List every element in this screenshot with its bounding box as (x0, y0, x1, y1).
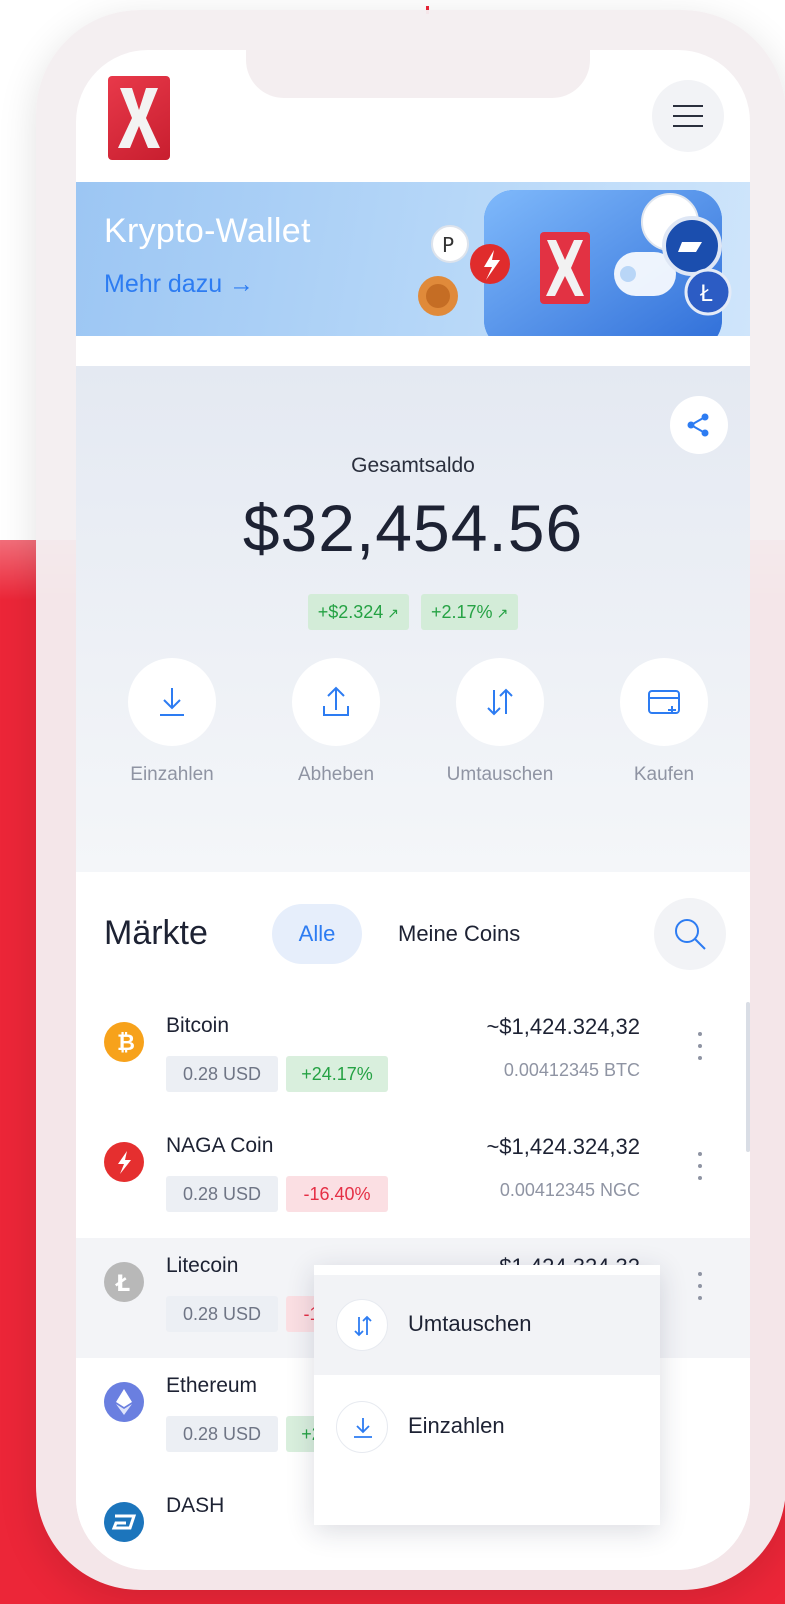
menu-item-umtauschen[interactable]: Umtauschen (314, 1275, 660, 1375)
download-icon[interactable] (128, 658, 216, 746)
ethereum-icon (104, 1382, 144, 1422)
balance-value: $32,454.56 (242, 491, 584, 565)
coin-row-bitcoin[interactable]: ₿ Bitcoin 0.28 USD +24.17% ~$1,424.324,3… (76, 998, 750, 1118)
action-kaufen[interactable]: Kaufen (594, 658, 734, 786)
swap-icon (336, 1299, 388, 1351)
coin-price: 0.28 USD (166, 1176, 278, 1212)
logo-x-icon (118, 88, 160, 148)
bitcoin-icon: ₿ (104, 1022, 144, 1062)
coin-row-naga[interactable]: NAGA Coin 0.28 USD -16.40% ~$1,424.324,3… (76, 1118, 750, 1238)
coin-name: DASH (166, 1494, 225, 1517)
coin-price: 0.28 USD (166, 1056, 278, 1092)
menu-item-label: Umtauschen (408, 1311, 532, 1336)
action-label: Umtauschen (446, 764, 554, 785)
coin-name: Bitcoin (166, 1014, 230, 1037)
balance-change-absolute: +$2.324 ↗ (307, 594, 409, 630)
naga-coin-icon (104, 1142, 144, 1182)
more-vertical-icon[interactable] (690, 1026, 710, 1066)
download-icon (336, 1401, 388, 1453)
coin-name: Ethereum (166, 1374, 258, 1397)
coin-name: NAGA Coin (166, 1134, 274, 1157)
balance-change-row: +$2.324 ↗ +2.17% ↗ (76, 594, 750, 630)
action-abheben[interactable]: Abheben (266, 658, 406, 786)
balance-change-percent: +2.17% ↗ (421, 594, 519, 630)
wallet-illustration: P Ł (418, 190, 732, 336)
action-label: Abheben (297, 764, 375, 785)
coin-change: -16.40% (286, 1176, 388, 1212)
dash-icon (104, 1502, 144, 1542)
phone-notch (246, 50, 590, 98)
more-vertical-icon[interactable] (690, 1146, 710, 1186)
svg-text:₿: ₿ (117, 1031, 135, 1056)
menu-item-label: Einzahlen (408, 1413, 505, 1438)
share-icon[interactable] (670, 396, 728, 454)
trend-up-icon: ↗ (496, 605, 509, 621)
balance-change-absolute-text: +$2.324 (317, 602, 384, 622)
tab-meine-coins[interactable]: Meine Coins (398, 904, 520, 964)
coin-price: 0.28 USD (166, 1296, 278, 1332)
balance-label: Gesamtsaldo (351, 454, 475, 477)
coin-value: ~$1,424.324,32 (486, 1014, 640, 1039)
card-add-icon[interactable] (620, 658, 708, 746)
action-umtauschen[interactable]: Umtauschen (430, 658, 570, 786)
swap-icon[interactable] (456, 658, 544, 746)
more-vertical-icon[interactable] (690, 1266, 710, 1306)
balance-change-percent-text: +2.17% (431, 602, 493, 622)
coin-value: ~$1,424.324,32 (486, 1134, 640, 1159)
banner-title: Krypto-Wallet (104, 212, 311, 250)
litecoin-icon: Ł (104, 1262, 144, 1302)
coin-name: Litecoin (166, 1254, 239, 1277)
app-logo[interactable] (108, 76, 170, 160)
banner-more-link[interactable]: Mehr dazu → (104, 270, 254, 299)
svg-text:Ł: Ł (699, 282, 713, 307)
svg-text:Ł: Ł (115, 1272, 130, 1297)
menu-item-einzahlen[interactable]: Einzahlen (314, 1377, 660, 1477)
markets-title: Märkte (104, 914, 208, 952)
action-label: Einzahlen (130, 764, 214, 785)
coin-amount: 0.00412345 NGC (499, 1180, 640, 1200)
hamburger-menu-icon[interactable] (652, 80, 724, 152)
upload-icon[interactable] (292, 658, 380, 746)
tab-alle[interactable]: Alle (272, 904, 362, 964)
action-einzahlen[interactable]: Einzahlen (102, 658, 242, 786)
coin-context-menu: Umtauschen Einzahlen (314, 1265, 660, 1525)
coin-change: +24.17% (286, 1056, 388, 1092)
search-icon[interactable] (654, 898, 726, 970)
coin-amount: 0.00412345 BTC (503, 1060, 640, 1080)
action-label: Kaufen (633, 764, 695, 785)
balance-card: Gesamtsaldo $32,454.56 +$2.324 ↗ +2.17% ↗ … (76, 366, 750, 874)
svg-text:P: P (442, 233, 454, 257)
trend-up-icon: ↗ (387, 605, 399, 621)
coin-price: 0.28 USD (166, 1416, 278, 1452)
promo-banner[interactable]: Krypto-Wallet Mehr dazu → P Ł (76, 182, 750, 336)
